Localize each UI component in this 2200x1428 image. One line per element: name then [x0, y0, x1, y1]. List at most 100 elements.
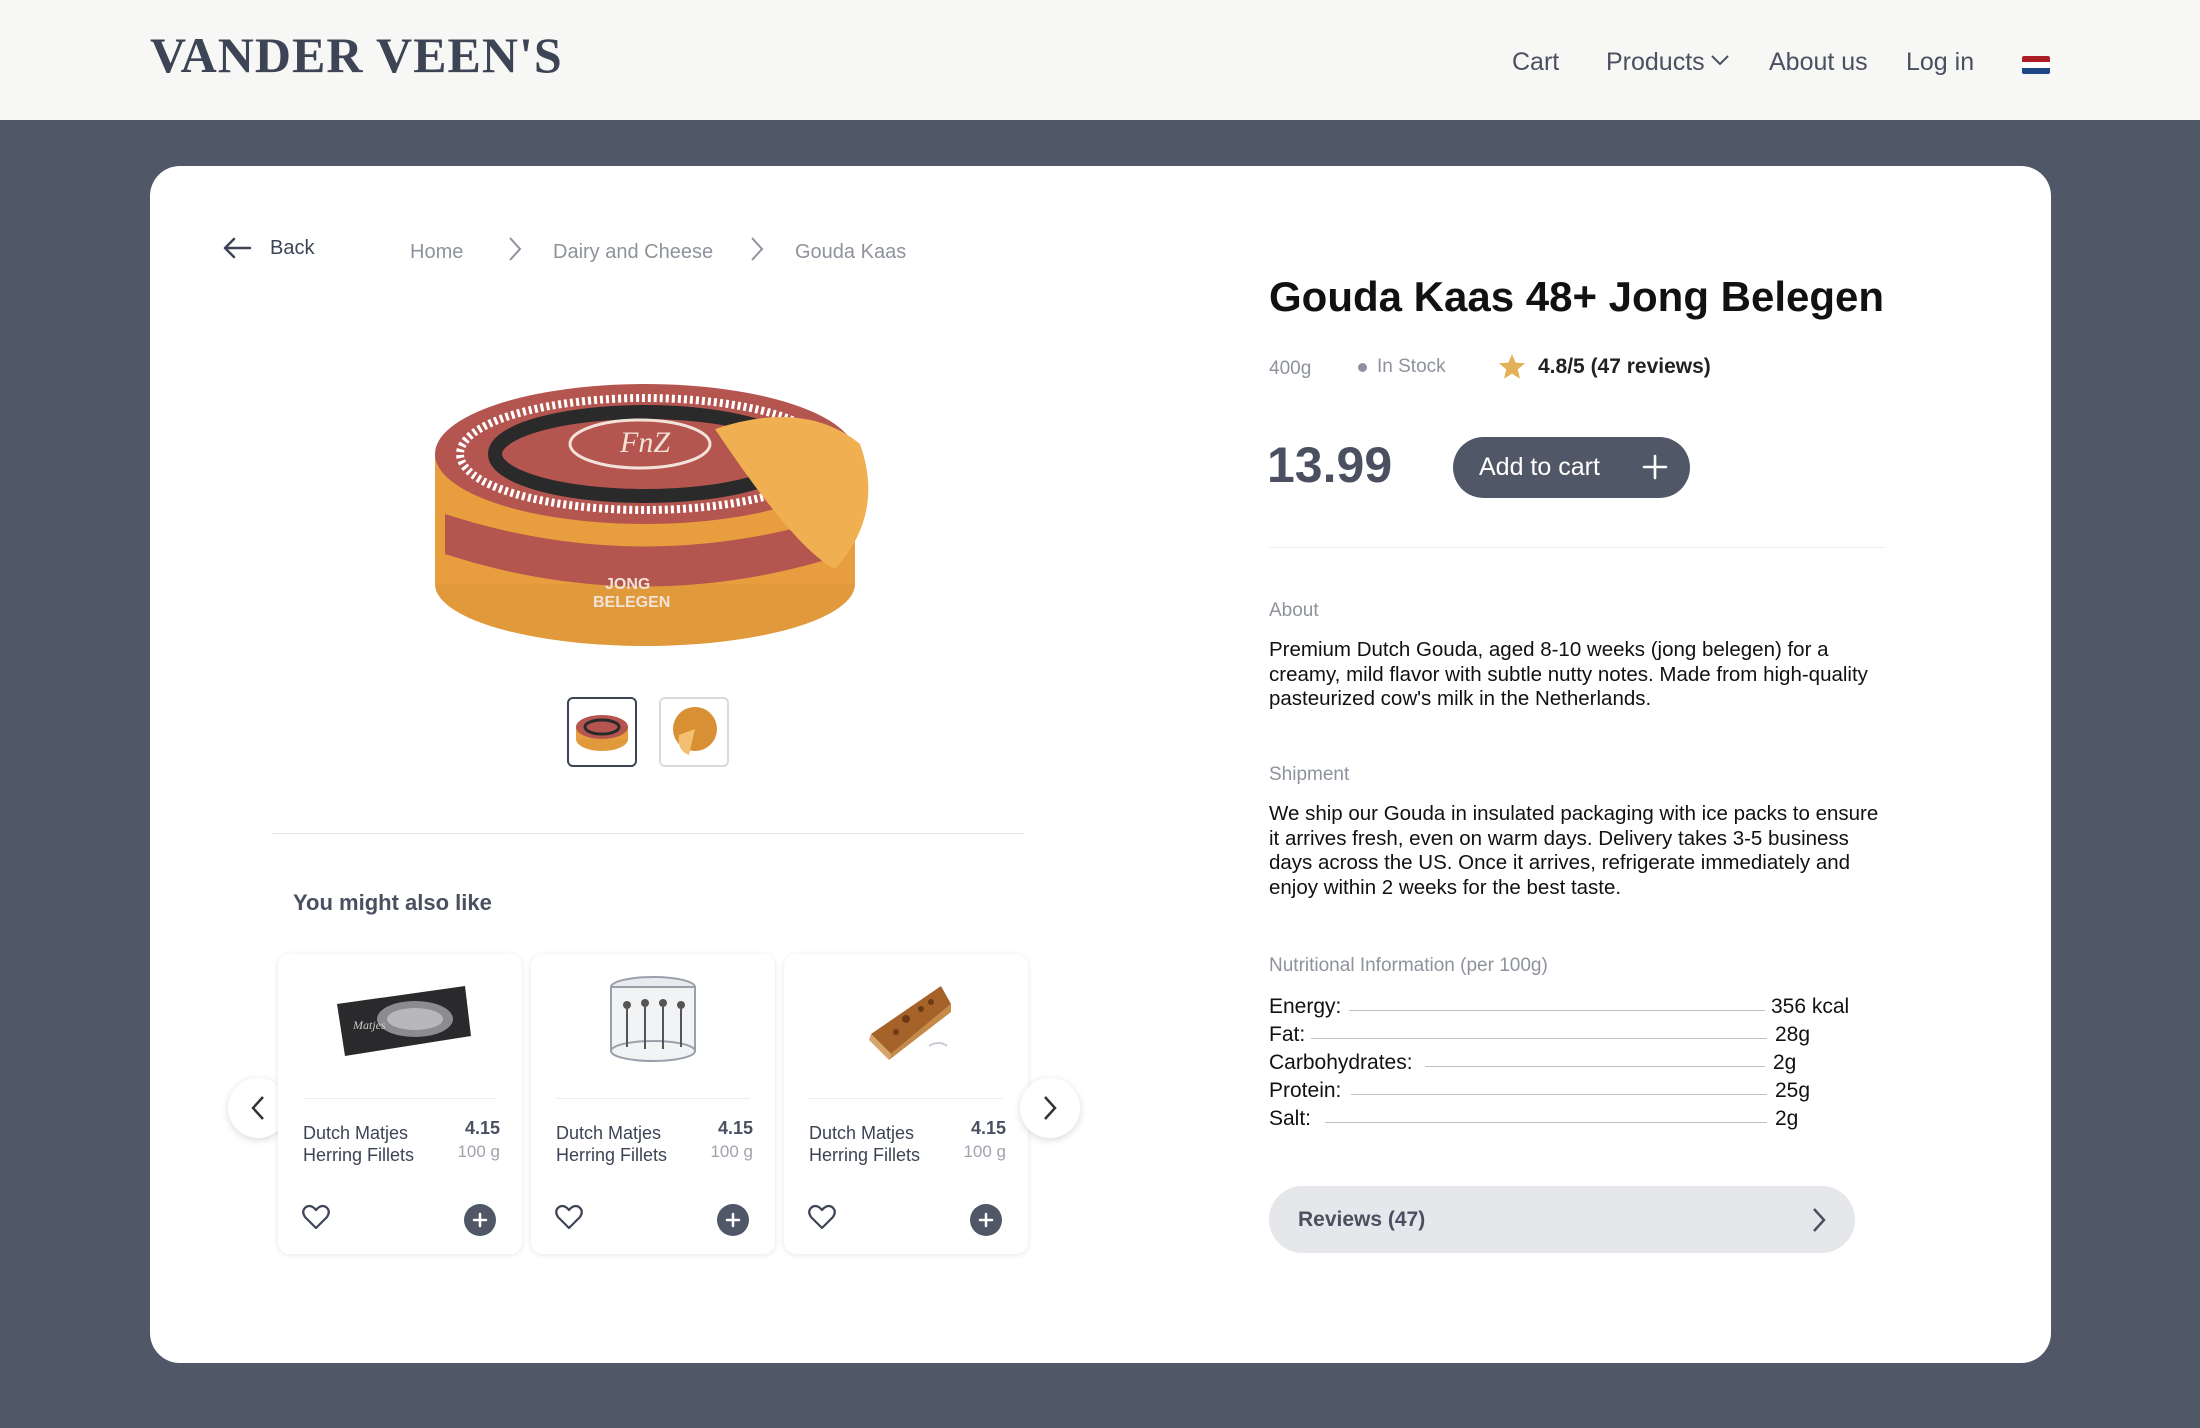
- heart-icon[interactable]: [555, 1204, 583, 1230]
- leader-line: [1425, 1066, 1765, 1067]
- nutrition-row-energy: Energy: 356 kcal: [1269, 995, 1869, 1023]
- nutrition-row-protein: Protein: 25g: [1269, 1079, 1869, 1107]
- gouda-wheel-image: FnZ JONG BELEGEN: [415, 344, 885, 664]
- nav-products[interactable]: Products: [1606, 48, 1729, 77]
- chevron-right-icon: [751, 237, 764, 261]
- product-weight: 100 g: [457, 1142, 500, 1161]
- nutrition-value: 28g: [1775, 1023, 1811, 1046]
- nutrition-value: 356 kcal: [1771, 995, 1850, 1018]
- nutrition-value: 25g: [1775, 1079, 1811, 1102]
- recommendations-title: You might also like: [293, 890, 492, 915]
- status-dot-icon: [1358, 362, 1367, 372]
- card-divider: [303, 1098, 497, 1099]
- nutrition-key: Salt:: [1269, 1107, 1312, 1131]
- site-header: VANDER VEEN'S Cart Products About us Log…: [0, 0, 2200, 120]
- nav-cart[interactable]: Cart: [1512, 48, 1559, 77]
- product-card: Back Home Dairy and Cheese Gouda Kaas Fn…: [150, 166, 2051, 1363]
- product-weight: 100 g: [710, 1142, 753, 1161]
- heart-icon[interactable]: [302, 1204, 330, 1230]
- svg-text:Matjes: Matjes: [352, 1018, 386, 1032]
- product-price: 13.99: [1267, 437, 1393, 493]
- nutrition-key: Carbohydrates:: [1269, 1051, 1413, 1075]
- nav-about[interactable]: About us: [1769, 48, 1868, 77]
- product-title: Gouda Kaas 48+ Jong Belegen: [1269, 273, 1885, 320]
- star-icon: [1499, 354, 1525, 379]
- gallery-thumb-1[interactable]: [567, 697, 637, 767]
- add-to-cart-button[interactable]: Add to cart: [1453, 437, 1690, 498]
- plus-icon: [1642, 454, 1668, 480]
- product-price: 4.15: [464, 1118, 500, 1138]
- add-to-cart-button[interactable]: [464, 1204, 496, 1236]
- breadcrumb-gouda-kaas[interactable]: Gouda Kaas: [795, 241, 906, 264]
- rating-value: 4.8/5: [1538, 354, 1585, 378]
- reviews-label: Reviews (47): [1298, 1207, 1426, 1231]
- plus-icon: [725, 1212, 741, 1228]
- product-price: 4.15: [970, 1118, 1006, 1138]
- nutrition-row-fat: Fat: 28g: [1269, 1023, 1869, 1051]
- divider: [1269, 547, 1885, 548]
- herring-tin-image: [571, 964, 735, 1074]
- svg-text:JONG: JONG: [605, 576, 650, 593]
- product-price: 4.15: [717, 1118, 753, 1138]
- nutrition-row-salt: Salt: 2g: [1269, 1107, 1869, 1135]
- chevron-right-icon: [509, 237, 522, 261]
- product-name: Dutch Matjes Herring Fillets: [556, 1123, 668, 1165]
- back-button[interactable]: Back: [222, 236, 314, 260]
- reviews-button[interactable]: Reviews (47): [1269, 1186, 1855, 1253]
- gouda-wheel-thumb-image: [576, 715, 628, 751]
- recommendation-card[interactable]: Matjes Dutch Matjes Herring Fillets 4.15…: [278, 954, 522, 1254]
- product-rating[interactable]: 4.8/5 (47 reviews): [1498, 353, 1711, 380]
- logo[interactable]: VANDER VEEN'S: [150, 26, 563, 84]
- add-to-cart-label: Add to cart: [1479, 453, 1600, 481]
- stock-status: In Stock: [1358, 356, 1446, 378]
- leader-line: [1325, 1122, 1767, 1123]
- flag-nl-icon[interactable]: [2022, 56, 2050, 74]
- chevron-down-icon: [1710, 55, 1729, 66]
- carousel-next-button[interactable]: [1020, 1078, 1080, 1138]
- product-weight: 400g: [1269, 358, 1312, 379]
- nutrition-value: 2g: [1773, 1051, 1797, 1074]
- recommendation-card[interactable]: Dutch Matjes Herring Fillets 4.15 100 g: [531, 954, 775, 1254]
- back-label: Back: [270, 236, 315, 259]
- svg-text:FnZ: FnZ: [619, 426, 670, 459]
- recommendation-card[interactable]: Dutch Matjes Herring Fillets 4.15 100 g: [784, 954, 1028, 1254]
- nav-login[interactable]: Log in: [1906, 48, 1974, 77]
- plus-icon: [978, 1212, 994, 1228]
- product-weight: 100 g: [963, 1142, 1006, 1161]
- gouda-wedge-thumb-image: [673, 707, 717, 755]
- leader-line: [1351, 1094, 1767, 1095]
- plus-icon: [472, 1212, 488, 1228]
- leader-line: [1311, 1038, 1767, 1039]
- breadcrumb-dairy-and-cheese[interactable]: Dairy and Cheese: [553, 241, 713, 264]
- nutrition-heading: Nutritional Information (per 100g): [1269, 955, 1548, 976]
- about-heading: About: [1269, 600, 1319, 621]
- nutrition-key: Energy:: [1269, 995, 1342, 1019]
- nutrition-key: Protein:: [1269, 1079, 1342, 1103]
- add-to-cart-button[interactable]: [717, 1204, 749, 1236]
- product-name: Dutch Matjes Herring Fillets: [303, 1123, 415, 1165]
- nav-products-label: Products: [1606, 48, 1705, 76]
- nutrition-row-carbohydrates: Carbohydrates: 2g: [1269, 1051, 1869, 1079]
- nutrition-key: Fat:: [1269, 1023, 1306, 1047]
- shipment-text: We ship our Gouda in insulated packaging…: [1269, 802, 1879, 899]
- chevron-right-icon: [1044, 1096, 1057, 1120]
- product-name: Dutch Matjes Herring Fillets: [809, 1123, 921, 1165]
- divider: [272, 833, 1024, 834]
- svg-text:BELEGEN: BELEGEN: [593, 594, 670, 611]
- chevron-right-icon: [1813, 1208, 1826, 1232]
- gallery-thumb-2[interactable]: [659, 697, 729, 767]
- leader-line: [1349, 1010, 1765, 1011]
- pie-slice-image: [824, 964, 988, 1074]
- about-text: Premium Dutch Gouda, aged 8-10 weeks (jo…: [1269, 638, 1868, 710]
- rating-review-count: (47 reviews): [1590, 354, 1711, 378]
- heart-icon[interactable]: [808, 1204, 836, 1230]
- card-divider: [809, 1098, 1003, 1099]
- card-divider: [556, 1098, 750, 1099]
- herring-pack-image: Matjes: [318, 964, 482, 1074]
- nutrition-value: 2g: [1775, 1107, 1799, 1130]
- arrow-left-icon: [223, 237, 252, 259]
- add-to-cart-button[interactable]: [970, 1204, 1002, 1236]
- stock-label: In Stock: [1377, 356, 1446, 377]
- shipment-heading: Shipment: [1269, 764, 1350, 785]
- breadcrumb-home[interactable]: Home: [410, 241, 463, 264]
